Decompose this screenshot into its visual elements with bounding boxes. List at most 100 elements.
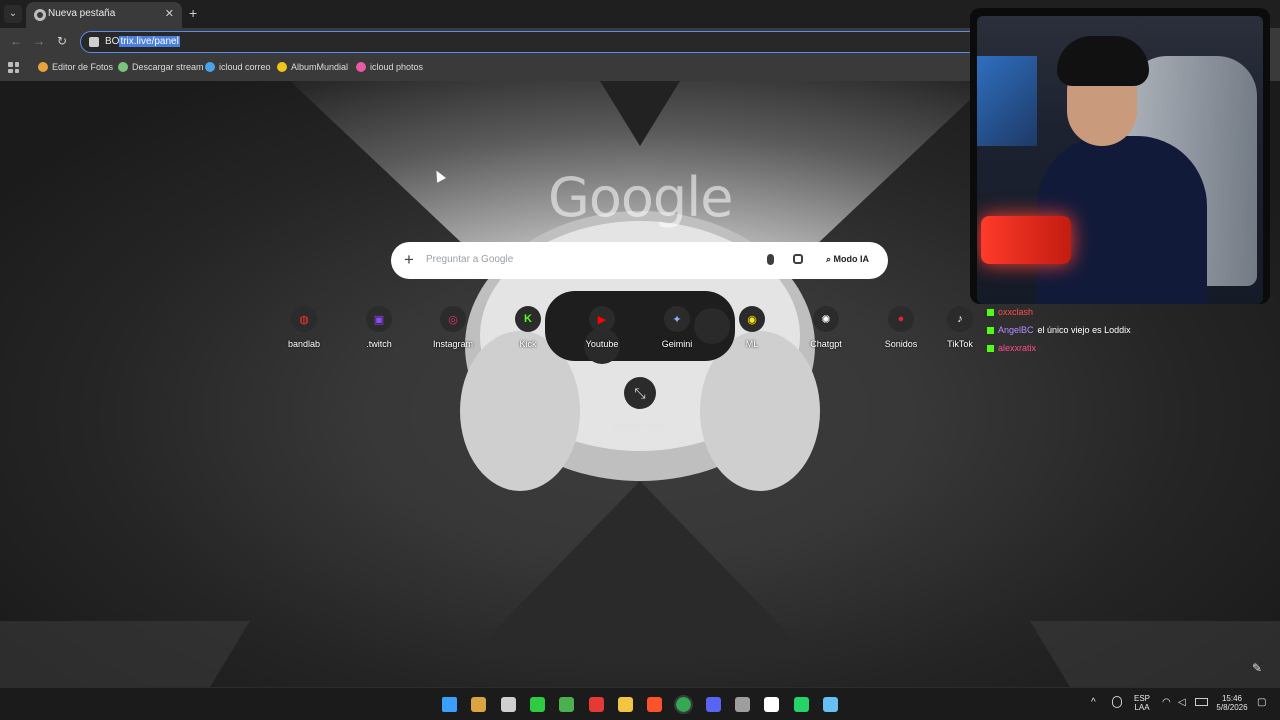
- bookmark-descargar-stream[interactable]: Descargar stream: [118, 62, 204, 72]
- discord-icon[interactable]: [706, 697, 721, 712]
- file-explorer-icon[interactable]: [618, 697, 633, 712]
- show-less-button[interactable]: ⤡: [624, 377, 656, 409]
- sonidos-icon: ●: [888, 306, 914, 332]
- bookmark-icloud-correo[interactable]: icloud correo: [205, 62, 271, 72]
- address-prefix: BO: [105, 36, 120, 47]
- clock[interactable]: 15:46 5/8/2026: [1212, 694, 1252, 712]
- wifi-icon[interactable]: ◠: [1162, 697, 1171, 708]
- tab-new-tab[interactable]: Nueva pestaña ✕: [26, 2, 182, 28]
- shortcut-label: Geimini: [661, 339, 693, 349]
- chat-message: alexxratix: [987, 343, 1040, 353]
- obs-icon[interactable]: [735, 697, 750, 712]
- kick-icon: K: [515, 306, 541, 332]
- shortcut-kick[interactable]: K Kick: [493, 306, 563, 349]
- chat-username: AngelBC: [998, 325, 1034, 335]
- youtube-icon: ▶: [589, 306, 615, 332]
- steam-icon[interactable]: [823, 697, 838, 712]
- new-tab-button[interactable]: +: [189, 5, 197, 21]
- ai-mode-label: Modo IA: [833, 254, 870, 264]
- cam-shelf: [977, 56, 1037, 146]
- chat-username: oxxclash: [998, 307, 1034, 317]
- apps-grid-icon[interactable]: [8, 62, 19, 73]
- google-logo: Google: [548, 166, 733, 229]
- reload-icon[interactable]: ↻: [54, 34, 70, 48]
- forward-icon[interactable]: →: [31, 34, 47, 48]
- chrome-icon[interactable]: [674, 695, 693, 714]
- bookmark-favicon-icon: [356, 62, 366, 72]
- webcam-overlay: [970, 8, 1270, 304]
- search-box[interactable]: + Preguntar a Google ⌕ Modo IA: [391, 242, 888, 279]
- kick-badge-icon: [987, 308, 994, 316]
- start-icon[interactable]: [442, 697, 457, 712]
- bookmark-label: AlbumMundial: [291, 62, 349, 72]
- instagram-icon: ◎: [440, 306, 466, 332]
- shortcut-label: ML: [745, 339, 759, 349]
- minecraft-icon[interactable]: [559, 697, 574, 712]
- shortcut-tiktok[interactable]: ♪ TikTok: [940, 306, 980, 349]
- chat-username: alexxratix: [998, 343, 1037, 353]
- kick-badge-icon: [987, 344, 994, 352]
- language-indicator[interactable]: ESP LAA: [1130, 694, 1154, 712]
- cam-red-light: [981, 216, 1071, 264]
- shortcut-gemini[interactable]: ✦ Geimini: [642, 306, 712, 349]
- bookmark-albummundial[interactable]: AlbumMundial: [277, 62, 348, 72]
- language-top: ESP: [1133, 694, 1150, 703]
- twitch-icon: ▣: [366, 306, 392, 332]
- bandlab-icon: ◍: [291, 306, 317, 332]
- bookmark-icloud-photos[interactable]: icloud photos: [356, 62, 423, 72]
- shortcut-label: Kick: [519, 339, 537, 349]
- site-info-icon[interactable]: [89, 37, 99, 47]
- whatsapp-icon[interactable]: [794, 697, 809, 712]
- shortcut-ml[interactable]: ◉ ML: [717, 306, 787, 349]
- shortcut-youtube[interactable]: ▶ Youtube: [567, 306, 637, 349]
- shortcut-sonidos[interactable]: ● Sonidos: [866, 306, 936, 349]
- widgets-icon[interactable]: [471, 697, 486, 712]
- clock-date: 5/8/2026: [1216, 703, 1248, 712]
- ai-mode-button[interactable]: ⌕ Modo IA: [826, 254, 869, 265]
- address-bar[interactable]: BOtrix.live/panel: [80, 31, 980, 53]
- shortcut-label: bandlab: [287, 339, 321, 349]
- tab-close-icon[interactable]: ✕: [165, 7, 174, 20]
- address-text[interactable]: BOtrix.live/panel: [105, 36, 180, 47]
- add-icon[interactable]: +: [404, 250, 414, 270]
- kick-badge-icon: [987, 326, 994, 334]
- shortcut-label: TikTok: [947, 339, 973, 349]
- mercadolibre-icon: ◉: [739, 306, 765, 332]
- capcut-icon[interactable]: [764, 697, 779, 712]
- bookmark-label: icloud photos: [370, 62, 424, 72]
- chat-message: oxxclash: [987, 307, 1037, 317]
- bookmark-label: Editor de Fotos: [52, 62, 114, 72]
- tab-search-icon[interactable]: ⌄: [4, 5, 22, 23]
- clock-time: 15:46: [1221, 694, 1243, 703]
- microphone-tray-icon[interactable]: [1112, 696, 1122, 708]
- chatgpt-icon: ✺: [813, 306, 839, 332]
- webcam-feed: [977, 16, 1263, 304]
- shortcut-instagram[interactable]: ◎ Instagram: [418, 306, 488, 349]
- lens-icon[interactable]: [793, 254, 803, 264]
- customize-pencil-icon[interactable]: ✎: [1252, 661, 1262, 675]
- address-selection: trix.live/panel: [119, 36, 180, 47]
- back-icon[interactable]: ←: [8, 34, 24, 48]
- chat-message: AngelBC el único viejo es Loddix: [987, 325, 1131, 335]
- search-input[interactable]: Preguntar a Google: [426, 254, 513, 265]
- language-bottom: LAA: [1134, 703, 1150, 712]
- bookmark-favicon-icon: [118, 62, 128, 72]
- microphone-icon[interactable]: [767, 254, 774, 265]
- bookmark-editor-de-fotos[interactable]: Editor de Fotos: [38, 62, 113, 72]
- shortcut-twitch[interactable]: ▣ .twitch: [344, 306, 414, 349]
- among-us-icon[interactable]: [589, 697, 604, 712]
- shortcut-label: .twitch: [366, 339, 392, 349]
- shortcut-chatgpt[interactable]: ✺ Chatgpt: [791, 306, 861, 349]
- volume-icon[interactable]: ◁: [1178, 697, 1186, 708]
- shortcut-bandlab[interactable]: ◍ bandlab: [269, 306, 339, 349]
- xbox-icon[interactable]: [530, 697, 545, 712]
- shortcut-label: Instagram: [432, 339, 474, 349]
- chat-text: el único viejo es Loddix: [1037, 325, 1131, 335]
- store-icon[interactable]: [501, 697, 516, 712]
- notification-bell-icon[interactable]: ▢: [1257, 697, 1266, 708]
- battery-icon[interactable]: [1195, 698, 1208, 706]
- shortcut-label: Youtube: [585, 339, 619, 349]
- tray-chevron-icon[interactable]: ^: [1091, 697, 1096, 708]
- brave-icon[interactable]: [647, 697, 662, 712]
- tiktok-icon: ♪: [947, 306, 973, 332]
